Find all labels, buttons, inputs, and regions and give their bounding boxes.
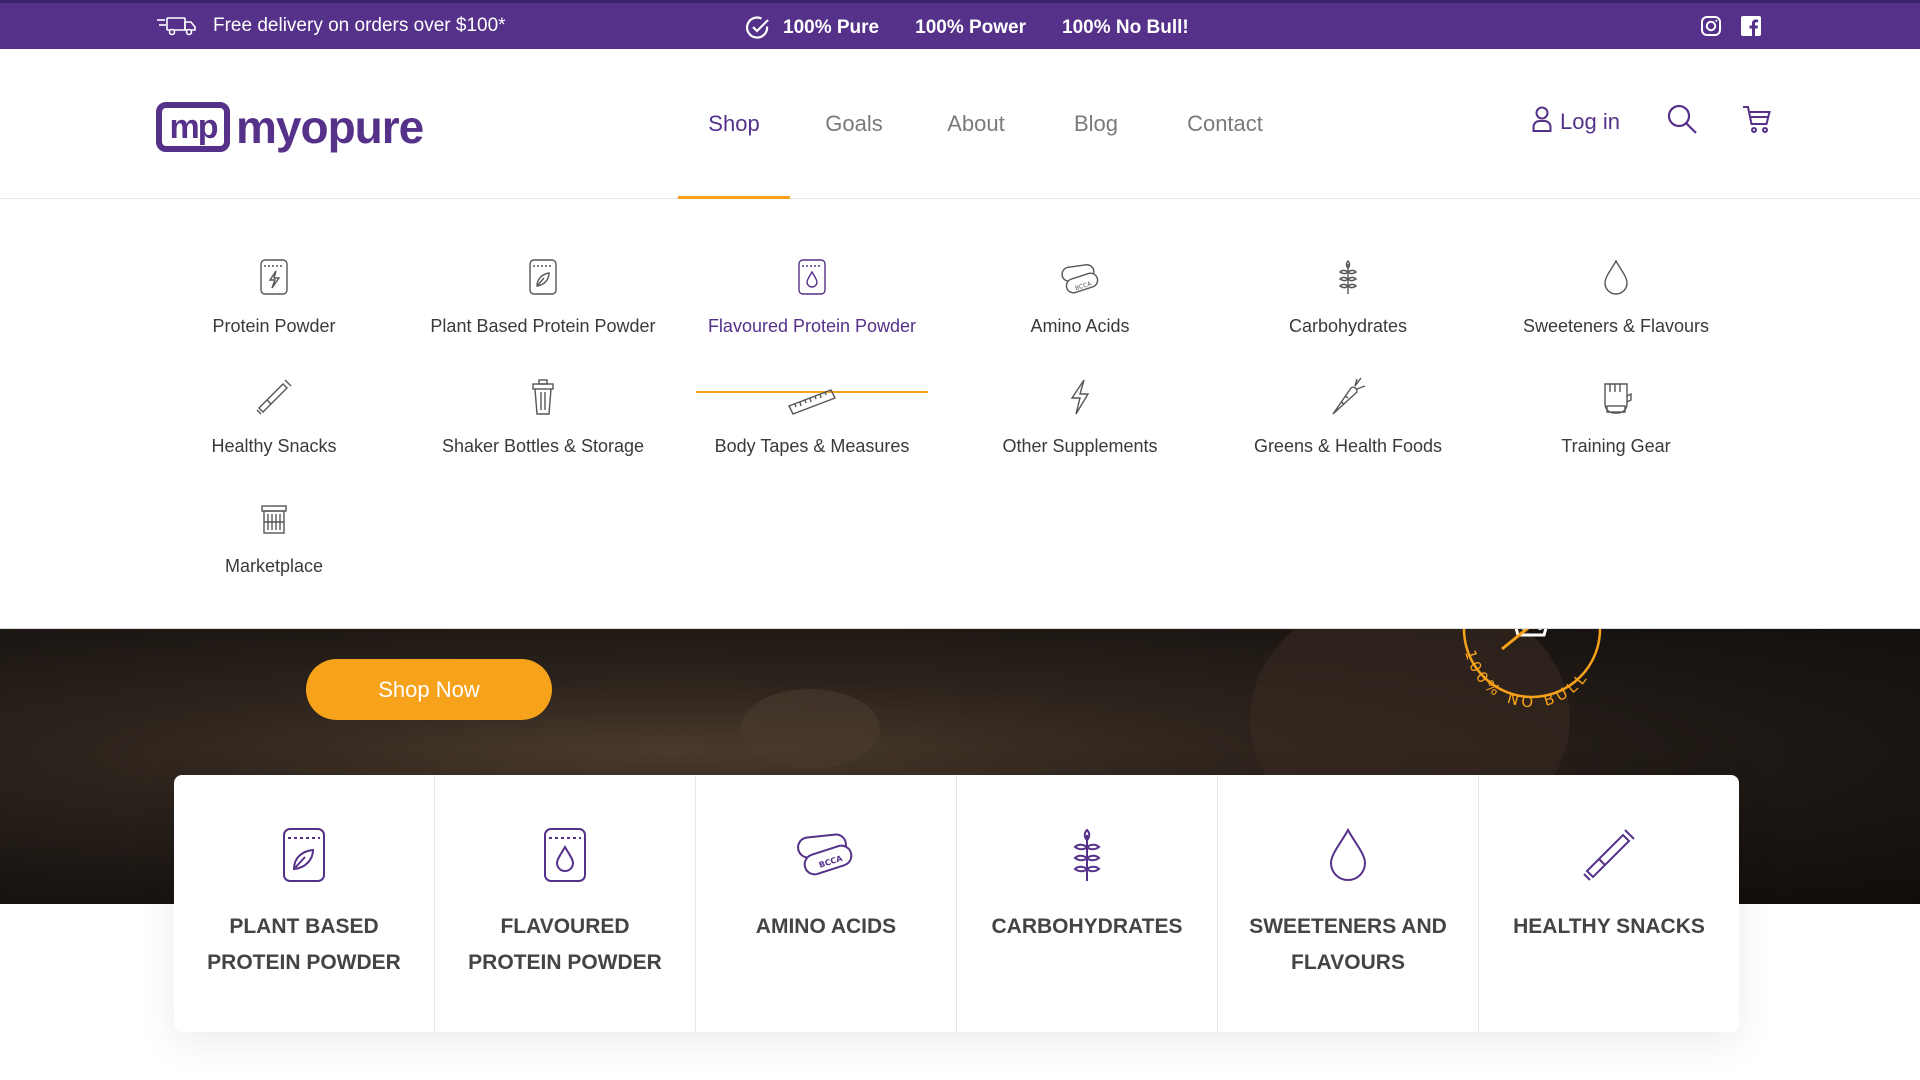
social-links: [1700, 15, 1762, 37]
promise-no-bull: 100% No Bull!: [1062, 17, 1189, 38]
drop-pouch-icon: [797, 246, 827, 296]
category-card-carbohydrates[interactable]: Carbohydrates: [957, 775, 1218, 1032]
category-card-sweeteners-flavours[interactable]: Sweeteners and Flavours: [1218, 775, 1479, 1032]
nav-shop[interactable]: Shop: [678, 49, 790, 199]
menu-plant-based-protein-powder[interactable]: Plant Based Protein Powder: [409, 246, 677, 356]
category-card-amino-acids[interactable]: BCCA Amino Acids: [696, 775, 957, 1032]
menu-marketplace[interactable]: Marketplace: [140, 486, 408, 596]
menu-label: Greens & Health Foods: [1253, 436, 1443, 456]
menu-greens-health-foods[interactable]: Greens & Health Foods: [1214, 366, 1482, 476]
logo-mark: mp: [156, 102, 230, 152]
user-icon: [1532, 106, 1552, 138]
nav-about[interactable]: About: [918, 49, 1034, 199]
category-cards: Plant Based Protein Powder Flavoured Pro…: [174, 775, 1739, 1032]
menu-label: Shaker Bottles & Storage: [441, 436, 645, 456]
store-icon: [260, 486, 288, 536]
menu-amino-acids[interactable]: BCCA Amino Acids: [946, 246, 1214, 356]
wheat-icon: [1068, 825, 1106, 885]
no-bull-badge: 100% NO BULL: [1461, 629, 1602, 711]
menu-label: Amino Acids: [1030, 316, 1130, 336]
shop-mega-menu: Protein Powder Plant Based Protein Powde…: [0, 200, 1920, 629]
menu-label: Healthy Snacks: [211, 436, 337, 456]
menu-label: Plant Based Protein Powder: [430, 316, 656, 336]
header-actions: Log in: [1532, 103, 1772, 140]
menu-other-supplements[interactable]: Other Supplements: [946, 366, 1214, 476]
menu-label: Carbohydrates: [1288, 316, 1408, 336]
brand-promises: 100% Pure 100% Power 100% No Bull!: [745, 15, 1189, 41]
nav-blog[interactable]: Blog: [1034, 49, 1158, 199]
menu-training-gear[interactable]: Training Gear: [1482, 366, 1750, 476]
shop-now-button[interactable]: Shop Now: [306, 659, 552, 720]
menu-label: Sweeteners & Flavours: [1522, 316, 1710, 336]
category-label: Flavoured Protein Powder: [468, 915, 662, 974]
leaf-pouch-icon: [528, 246, 558, 296]
leaf-pouch-icon: [282, 825, 326, 885]
menu-carbohydrates[interactable]: Carbohydrates: [1214, 246, 1482, 356]
drop-pouch-icon: [543, 825, 587, 885]
menu-protein-powder[interactable]: Protein Powder: [140, 246, 408, 356]
hero-background: [740, 689, 880, 769]
protein-pouch-icon: [259, 246, 289, 296]
bcaa-capsule-icon: BCCA: [796, 825, 856, 885]
check-circle-icon: [745, 15, 771, 41]
tape-measure-icon: [787, 366, 837, 416]
login-label: Log in: [1560, 108, 1620, 134]
menu-label: Marketplace: [224, 556, 324, 576]
promo-bar: Free delivery on orders over $100* 100% …: [0, 0, 1920, 49]
logo-text: myopure: [236, 101, 424, 153]
bcaa-capsule-icon: BCCA: [1060, 246, 1100, 296]
category-card-flavoured-protein-powder[interactable]: Flavoured Protein Powder: [435, 775, 696, 1032]
snack-bar-icon: [255, 366, 293, 416]
drop-icon: [1327, 825, 1369, 885]
delivery-notice: Free delivery on orders over $100*: [157, 15, 506, 37]
menu-shaker-bottles-storage[interactable]: Shaker Bottles & Storage: [409, 366, 677, 476]
shaker-icon: [529, 366, 557, 416]
menu-label: Training Gear: [1561, 436, 1671, 456]
menu-label: Body Tapes & Measures: [714, 436, 910, 456]
menu-label: Other Supplements: [1002, 436, 1158, 456]
category-label: Carbohydrates: [991, 915, 1183, 938]
category-label: Healthy Snacks: [1513, 915, 1705, 938]
instagram-icon[interactable]: [1700, 15, 1722, 37]
category-card-healthy-snacks[interactable]: Healthy Snacks: [1479, 775, 1739, 1032]
category-label: Plant Based Protein Powder: [207, 915, 401, 974]
menu-label: Flavoured Protein Powder: [707, 316, 917, 336]
menu-label: Protein Powder: [212, 316, 336, 336]
delivery-text: Free delivery on orders over $100*: [213, 15, 506, 36]
snack-bar-icon: [1581, 825, 1637, 885]
carrot-icon: [1329, 366, 1367, 416]
menu-healthy-snacks[interactable]: Healthy Snacks: [140, 366, 408, 476]
menu-sweeteners-flavours[interactable]: Sweeteners & Flavours: [1482, 246, 1750, 356]
myopure-logo[interactable]: mp myopure: [156, 100, 424, 154]
nav-contact[interactable]: Contact: [1158, 49, 1292, 199]
search-icon[interactable]: [1666, 103, 1698, 140]
category-label: Amino Acids: [755, 915, 897, 938]
delivery-truck-icon: [157, 16, 197, 36]
promise-pure: 100% Pure: [783, 17, 880, 38]
cart-icon[interactable]: [1742, 104, 1772, 139]
menu-body-tapes-measures[interactable]: Body Tapes & Measures: [678, 366, 946, 476]
login-link[interactable]: Log in: [1532, 106, 1620, 138]
wheat-icon: [1335, 246, 1361, 296]
main-nav: Shop Goals About Blog Contact: [678, 49, 1292, 199]
nav-goals[interactable]: Goals: [790, 49, 918, 199]
drop-icon: [1602, 246, 1630, 296]
category-label: Sweeteners and Flavours: [1249, 915, 1447, 974]
facebook-icon[interactable]: [1740, 15, 1762, 37]
glove-icon: [1599, 366, 1633, 416]
category-card-plant-based-protein-powder[interactable]: Plant Based Protein Powder: [174, 775, 435, 1032]
site-header: mp myopure Shop Goals About Blog Contact…: [0, 49, 1920, 199]
promise-power: 100% Power: [915, 17, 1027, 38]
lightning-icon: [1068, 366, 1092, 416]
badge-text: 100% NO BULL: [1461, 648, 1592, 711]
